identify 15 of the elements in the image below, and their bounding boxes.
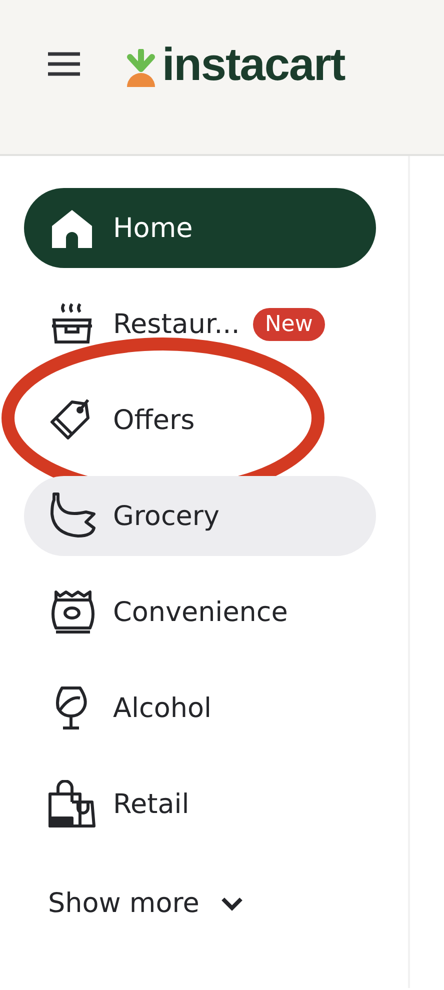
shopping-bags-icon [48, 780, 96, 828]
nav-item[interactable]: Restaur... New [24, 284, 376, 364]
nav-item[interactable]: Offers [24, 380, 376, 460]
nav-item[interactable]: Alcohol [24, 668, 376, 748]
chevron-down-icon [221, 896, 244, 910]
nav-item[interactable]: Convenience [24, 572, 376, 652]
logo[interactable]: instacart [162, 41, 345, 87]
show-more-button[interactable]: Show more [48, 888, 408, 919]
nav-item[interactable]: Retail [24, 764, 376, 844]
nav-item[interactable]: Grocery [24, 476, 376, 556]
banana-icon [48, 492, 96, 540]
menu-icon[interactable] [48, 52, 80, 76]
carrot-icon [126, 49, 156, 87]
nav-item[interactable]: Home [24, 188, 376, 268]
new-badge: New [252, 308, 325, 340]
